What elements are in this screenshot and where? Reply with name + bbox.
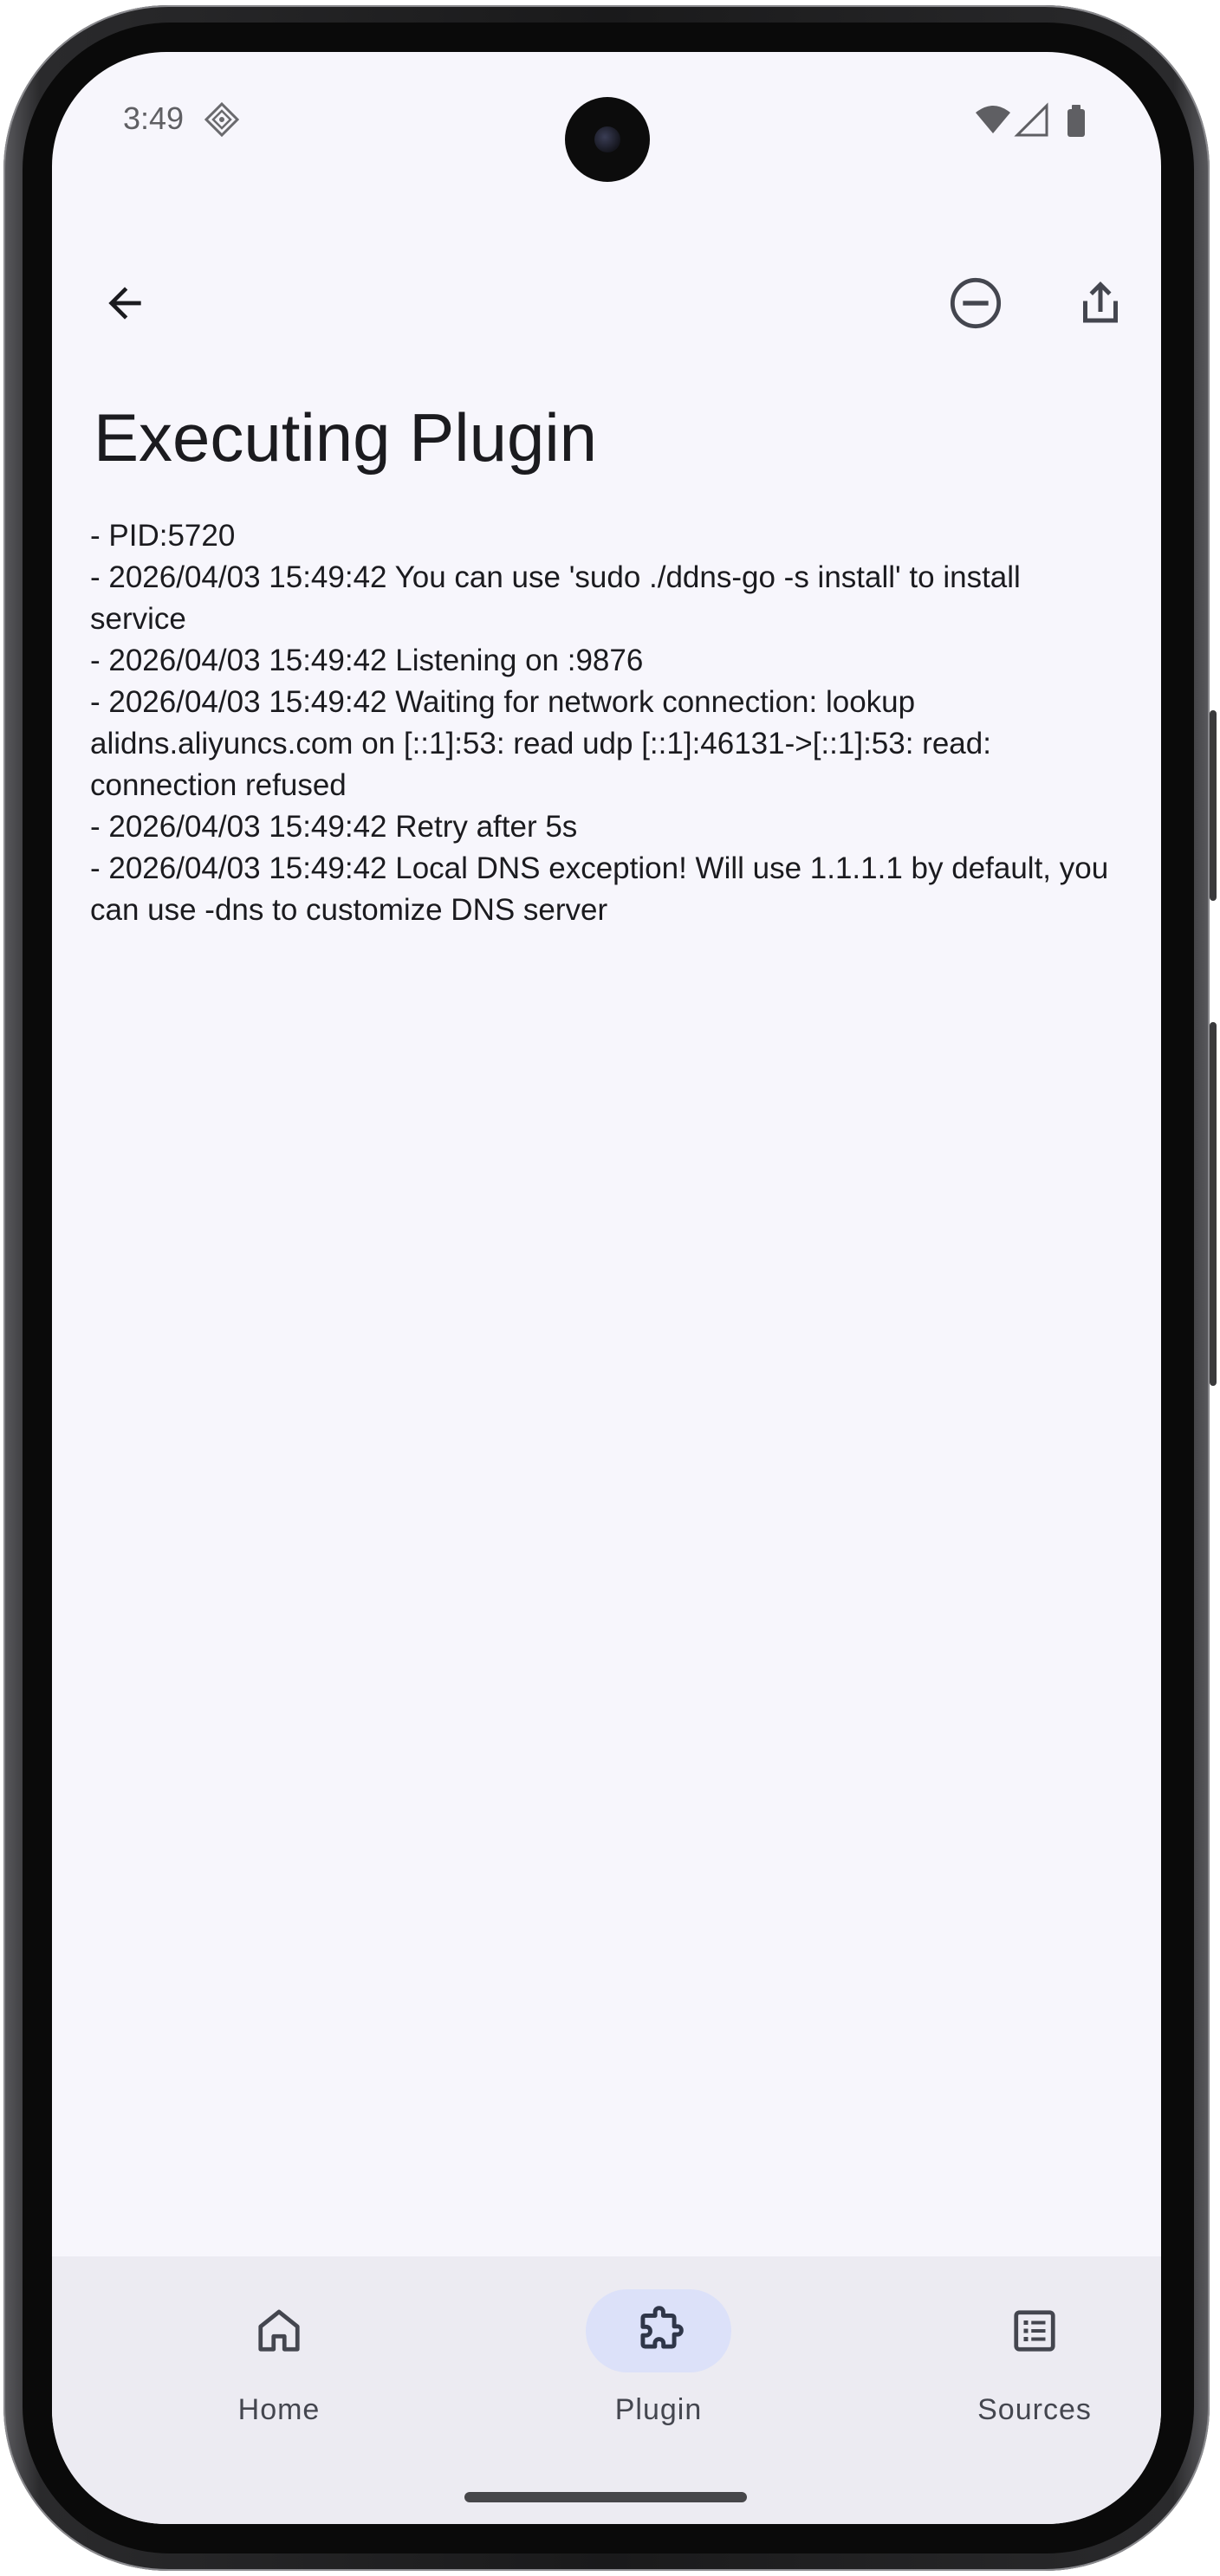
list-icon bbox=[1014, 2310, 1055, 2352]
screen: 3:49 Executing Plugin - PID:5720 - 2026/… bbox=[52, 52, 1161, 2524]
wifi-icon bbox=[976, 106, 1010, 133]
back-button[interactable] bbox=[83, 262, 166, 345]
volume-button bbox=[1210, 1022, 1217, 1386]
nav-pill bbox=[962, 2289, 1107, 2372]
log-line: - 2026/04/03 15:49:42 You can use 'sudo … bbox=[90, 560, 1021, 636]
home-icon bbox=[258, 2309, 300, 2352]
log-line: - 2026/04/03 15:49:42 Listening on :9876 bbox=[90, 644, 644, 677]
nav-label-sources: Sources bbox=[977, 2393, 1092, 2426]
nav-label-plugin: Plugin bbox=[614, 2393, 703, 2426]
location-diamond-icon bbox=[204, 102, 239, 137]
share-icon bbox=[1083, 282, 1118, 323]
device: 3:49 Executing Plugin - PID:5720 - 2026/… bbox=[0, 0, 1220, 2576]
stop-button[interactable] bbox=[934, 262, 1017, 345]
log-line: - 2026/04/03 15:49:42 Local DNS exceptio… bbox=[90, 851, 1109, 927]
bottom-navigation: Home Plugin Sources bbox=[52, 2256, 1161, 2524]
log-output: - PID:5720 - 2026/04/03 15:49:42 You can… bbox=[90, 515, 1121, 931]
app-bar bbox=[52, 243, 1161, 364]
share-button[interactable] bbox=[1059, 262, 1142, 345]
nav-item-sources[interactable]: Sources bbox=[905, 2256, 1161, 2464]
log-line: - PID:5720 bbox=[90, 519, 236, 553]
log-line: - 2026/04/03 15:49:42 Retry after 5s bbox=[90, 810, 578, 844]
nav-label-home: Home bbox=[237, 2393, 321, 2426]
battery-icon bbox=[1068, 105, 1085, 137]
status-bar: 3:49 bbox=[52, 52, 1161, 182]
power-button bbox=[1210, 710, 1217, 901]
nav-item-home[interactable]: Home bbox=[149, 2256, 409, 2464]
nav-pill-active bbox=[586, 2289, 731, 2372]
signal-icon bbox=[1014, 102, 1048, 137]
puzzle-icon bbox=[640, 2306, 684, 2349]
status-icons bbox=[976, 102, 1085, 137]
arrow-left-icon bbox=[108, 287, 141, 320]
status-time: 3:49 bbox=[123, 100, 185, 136]
nav-item-plugin[interactable]: Plugin bbox=[529, 2256, 788, 2464]
minus-circle-icon bbox=[950, 277, 1002, 329]
page-title: Executing Plugin bbox=[94, 399, 598, 476]
log-line: - 2026/04/03 15:49:42 Waiting for networ… bbox=[90, 685, 991, 802]
home-indicator[interactable] bbox=[464, 2492, 747, 2502]
nav-pill bbox=[206, 2289, 352, 2372]
front-camera bbox=[565, 97, 650, 182]
